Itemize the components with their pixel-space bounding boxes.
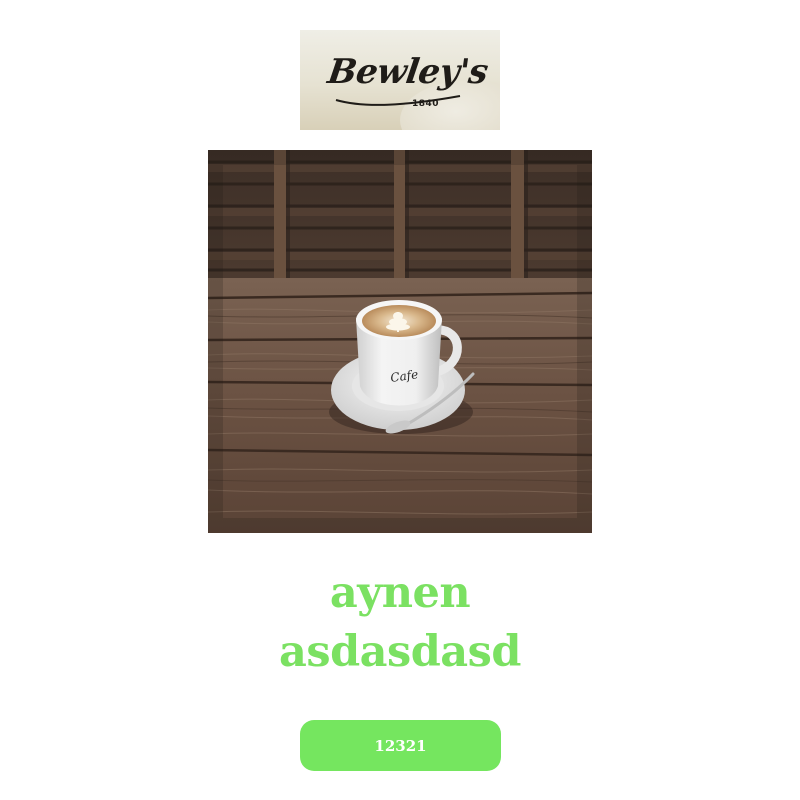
bewleys-logo-image: Bewley's 1840 bbox=[300, 30, 500, 130]
title-line-1: aynen bbox=[329, 568, 471, 618]
coffee-photo-illustration: Cafe bbox=[208, 150, 592, 533]
logo-brand-text: Bewley's bbox=[325, 52, 491, 92]
logo-swash-decoration bbox=[335, 95, 461, 106]
title-line-2: asdasdasd bbox=[279, 627, 521, 677]
action-button[interactable]: 12321 bbox=[300, 720, 501, 771]
coffee-cup-photo: Cafe bbox=[208, 150, 592, 533]
logo-year-text: 1840 bbox=[412, 99, 440, 109]
page-title: aynen asdasdasd bbox=[0, 564, 800, 682]
